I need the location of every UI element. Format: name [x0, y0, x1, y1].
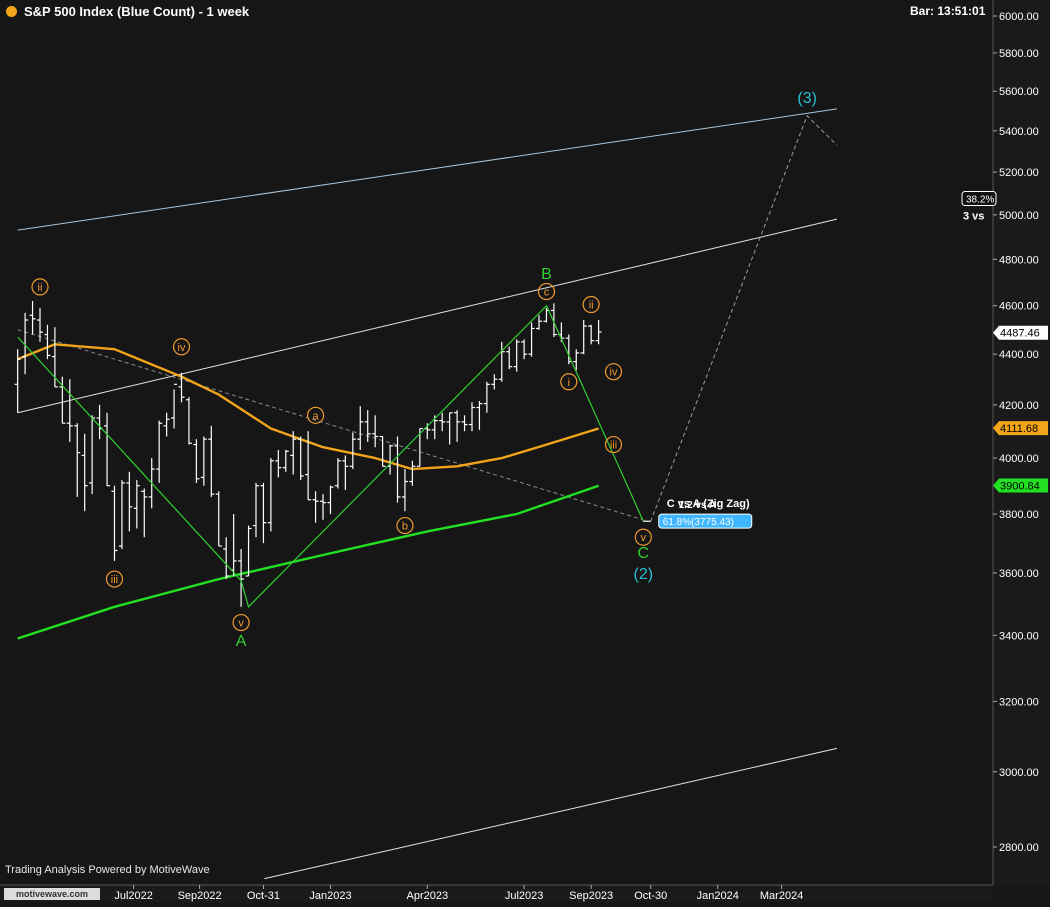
y-tick-label: 6000.00 [999, 11, 1039, 23]
x-tick-label: Jul2023 [505, 890, 544, 902]
x-tick-label: Jan2023 [309, 890, 351, 902]
chart-title: S&P 500 Index (Blue Count) - 1 week [24, 4, 250, 19]
y-tick-label: 4600.00 [999, 301, 1039, 313]
wave-label-(2): (2) [634, 566, 654, 583]
x-tick-label: Jan2024 [697, 890, 739, 902]
x-tick-label: Oct-31 [247, 890, 280, 902]
x-tick-label: Apr2023 [406, 890, 448, 902]
fib-retrace-value: 38.2% [966, 195, 994, 206]
x-tick-label: Oct-30 [634, 890, 667, 902]
x-tick-label: Mar2024 [760, 890, 803, 902]
wave-label-text: iv [178, 342, 186, 354]
wave-label-B: B [541, 266, 552, 283]
y-tick-label: 3800.00 [999, 509, 1039, 521]
wave-label-text: v [641, 532, 647, 544]
motivewave-logo: motivewave.com [4, 888, 100, 900]
fib-value: 61.8%(3775.43) [663, 517, 734, 528]
chart-stage[interactable]: ii iii iv v Aa b Bc i ii iii iv v C (2) (3) 1.2 vs AC v… [0, 0, 1050, 902]
status-dot-icon [6, 6, 17, 17]
wave-label-C: C [638, 545, 650, 562]
price-tag-label: 4111.68 [1000, 423, 1038, 435]
y-tick-label: 5400.00 [999, 126, 1039, 138]
wave-label-text: iii [610, 440, 617, 452]
price-tag-label: 3900.84 [1000, 480, 1040, 492]
wave-label-text: v [238, 618, 244, 630]
y-tick-label: 5600.00 [999, 86, 1039, 98]
x-tick-label: Sep2022 [178, 890, 222, 902]
wave-label-text: iii [111, 574, 118, 586]
price-chart[interactable]: iiiiiivvAabBciiiiiiivvC(2)(3)1.2 vs AC v… [0, 0, 1050, 902]
y-tick-label: 5200.00 [999, 167, 1039, 179]
wave-label-text: a [313, 410, 320, 422]
price-tag-label: 4487.46 [1000, 328, 1040, 340]
fib-title: C vs A (Zig Zag) [667, 498, 750, 510]
y-tick-label: 5800.00 [999, 48, 1039, 60]
y-tick-label: 4800.00 [999, 254, 1039, 266]
y-tick-label: 3600.00 [999, 568, 1039, 580]
fib-retrace-label: 3 vs [963, 211, 984, 223]
y-tick-label: 5000.00 [999, 210, 1039, 222]
bar-time: Bar: 13:51:01 [910, 4, 986, 18]
wave-label-text: iv [610, 367, 618, 379]
y-tick-label: 3200.00 [999, 696, 1039, 708]
x-tick-label: Jul2022 [114, 890, 153, 902]
y-tick-label: 4000.00 [999, 453, 1039, 465]
y-tick-label: 4200.00 [999, 400, 1039, 412]
wave-label-text: b [402, 521, 408, 533]
wave-label-text: i [568, 377, 570, 389]
wave-label-A: A [236, 633, 247, 650]
wave-label-(3): (3) [797, 90, 817, 107]
y-tick-label: 2800.00 [999, 842, 1039, 854]
y-tick-label: 3400.00 [999, 630, 1039, 642]
powered-by-text: Trading Analysis Powered by MotiveWave [5, 864, 210, 876]
x-tick-label: Sep2023 [569, 890, 613, 902]
wave-label-text: ii [589, 300, 594, 312]
y-tick-label: 3000.00 [999, 767, 1039, 779]
wave-label-text: c [544, 287, 550, 299]
y-tick-label: 4400.00 [999, 349, 1039, 361]
wave-label-text: ii [38, 282, 43, 294]
